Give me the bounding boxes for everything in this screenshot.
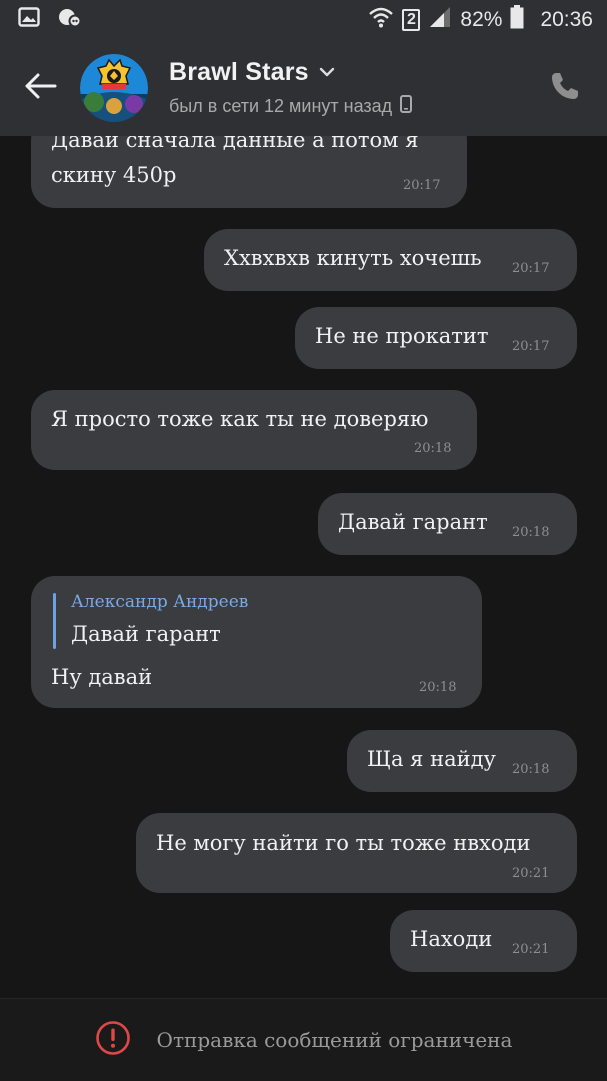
restriction-text: Отправка сообщений ограничена bbox=[156, 1028, 513, 1052]
message-text: Не не прокатит bbox=[315, 324, 489, 348]
message-time: 20:17 bbox=[512, 261, 550, 276]
wifi-icon bbox=[368, 6, 394, 34]
message-text: Я просто тоже как ты не доверяю bbox=[51, 407, 429, 431]
message-bubble-outgoing[interactable]: Не могу найти го ты тоже нвходи 20:21 bbox=[136, 813, 577, 893]
message-time: 20:18 bbox=[419, 680, 457, 695]
reply-quote-bar bbox=[53, 593, 56, 649]
chat-status-row: был в сети 12 минут назад bbox=[169, 95, 413, 117]
message-time: 20:18 bbox=[512, 762, 550, 777]
message-text: Ну давай bbox=[51, 665, 153, 689]
arrow-left-icon bbox=[23, 72, 57, 104]
message-text: Давай сначала данные а потом я bbox=[51, 136, 419, 152]
battery-percent: 82% bbox=[460, 8, 503, 31]
chat-title-row[interactable]: Brawl Stars bbox=[169, 58, 335, 87]
message-text: Не могу найти го ты тоже нвходи bbox=[156, 831, 531, 855]
message-bubble-outgoing[interactable]: Ххвхвхв кинуть хочешь 20:17 bbox=[204, 229, 577, 291]
message-bubble-incoming[interactable]: Я просто тоже как ты не доверяю 20:18 bbox=[31, 390, 477, 470]
reply-quoted-text: Давай гарант bbox=[71, 622, 221, 646]
back-button[interactable] bbox=[18, 66, 62, 110]
message-time: 20:21 bbox=[512, 942, 550, 957]
message-bubble-outgoing[interactable]: Ща я найду 20:18 bbox=[347, 730, 577, 792]
mobile-device-icon bbox=[400, 95, 413, 117]
message-bubble-incoming-reply[interactable]: Александр Андреев Давай гарант Ну давай … bbox=[31, 576, 482, 708]
reply-author[interactable]: Александр Андреев bbox=[71, 592, 248, 612]
message-time: 20:18 bbox=[512, 525, 550, 540]
message-time: 20:17 bbox=[512, 339, 550, 354]
gallery-icon bbox=[18, 7, 40, 33]
battery-icon bbox=[510, 5, 524, 35]
message-bubble-outgoing[interactable]: Не не прокатит 20:17 bbox=[295, 307, 577, 369]
message-text: Давай гарант bbox=[338, 510, 488, 534]
chevron-down-icon bbox=[319, 63, 335, 82]
notification-icon bbox=[58, 6, 82, 34]
message-time: 20:17 bbox=[403, 178, 441, 193]
avatar[interactable] bbox=[80, 54, 148, 122]
message-text: Ххвхвхв кинуть хочешь bbox=[224, 246, 482, 270]
last-seen-status: был в сети 12 минут назад bbox=[169, 95, 393, 116]
message-bubble-outgoing[interactable]: Находи 20:21 bbox=[390, 910, 577, 972]
chat-header: Brawl Stars был в сети 12 минут назад bbox=[0, 40, 607, 136]
clock: 20:36 bbox=[540, 8, 593, 31]
sim-slot-badge: 2 bbox=[402, 9, 421, 31]
message-bubble-incoming[interactable]: Давай сначала данные а потом я скину 450… bbox=[31, 136, 467, 208]
message-bubble-outgoing[interactable]: Давай гарант 20:18 bbox=[318, 493, 577, 555]
message-text: Находи bbox=[410, 927, 493, 951]
message-text: Ща я найду bbox=[367, 747, 496, 771]
phone-icon bbox=[549, 73, 581, 106]
warning-icon bbox=[95, 1020, 131, 1060]
call-button[interactable] bbox=[549, 70, 585, 106]
restriction-banner: Отправка сообщений ограничена bbox=[0, 998, 607, 1081]
message-time: 20:21 bbox=[512, 866, 550, 881]
status-bar: 2 82% 20:36 bbox=[0, 0, 607, 40]
message-text: скину 450р bbox=[51, 163, 177, 187]
chat-title: Brawl Stars bbox=[169, 58, 309, 86]
signal-icon bbox=[428, 6, 452, 34]
message-time: 20:18 bbox=[414, 441, 452, 456]
message-list[interactable]: Давай сначала данные а потом я скину 450… bbox=[0, 136, 607, 998]
